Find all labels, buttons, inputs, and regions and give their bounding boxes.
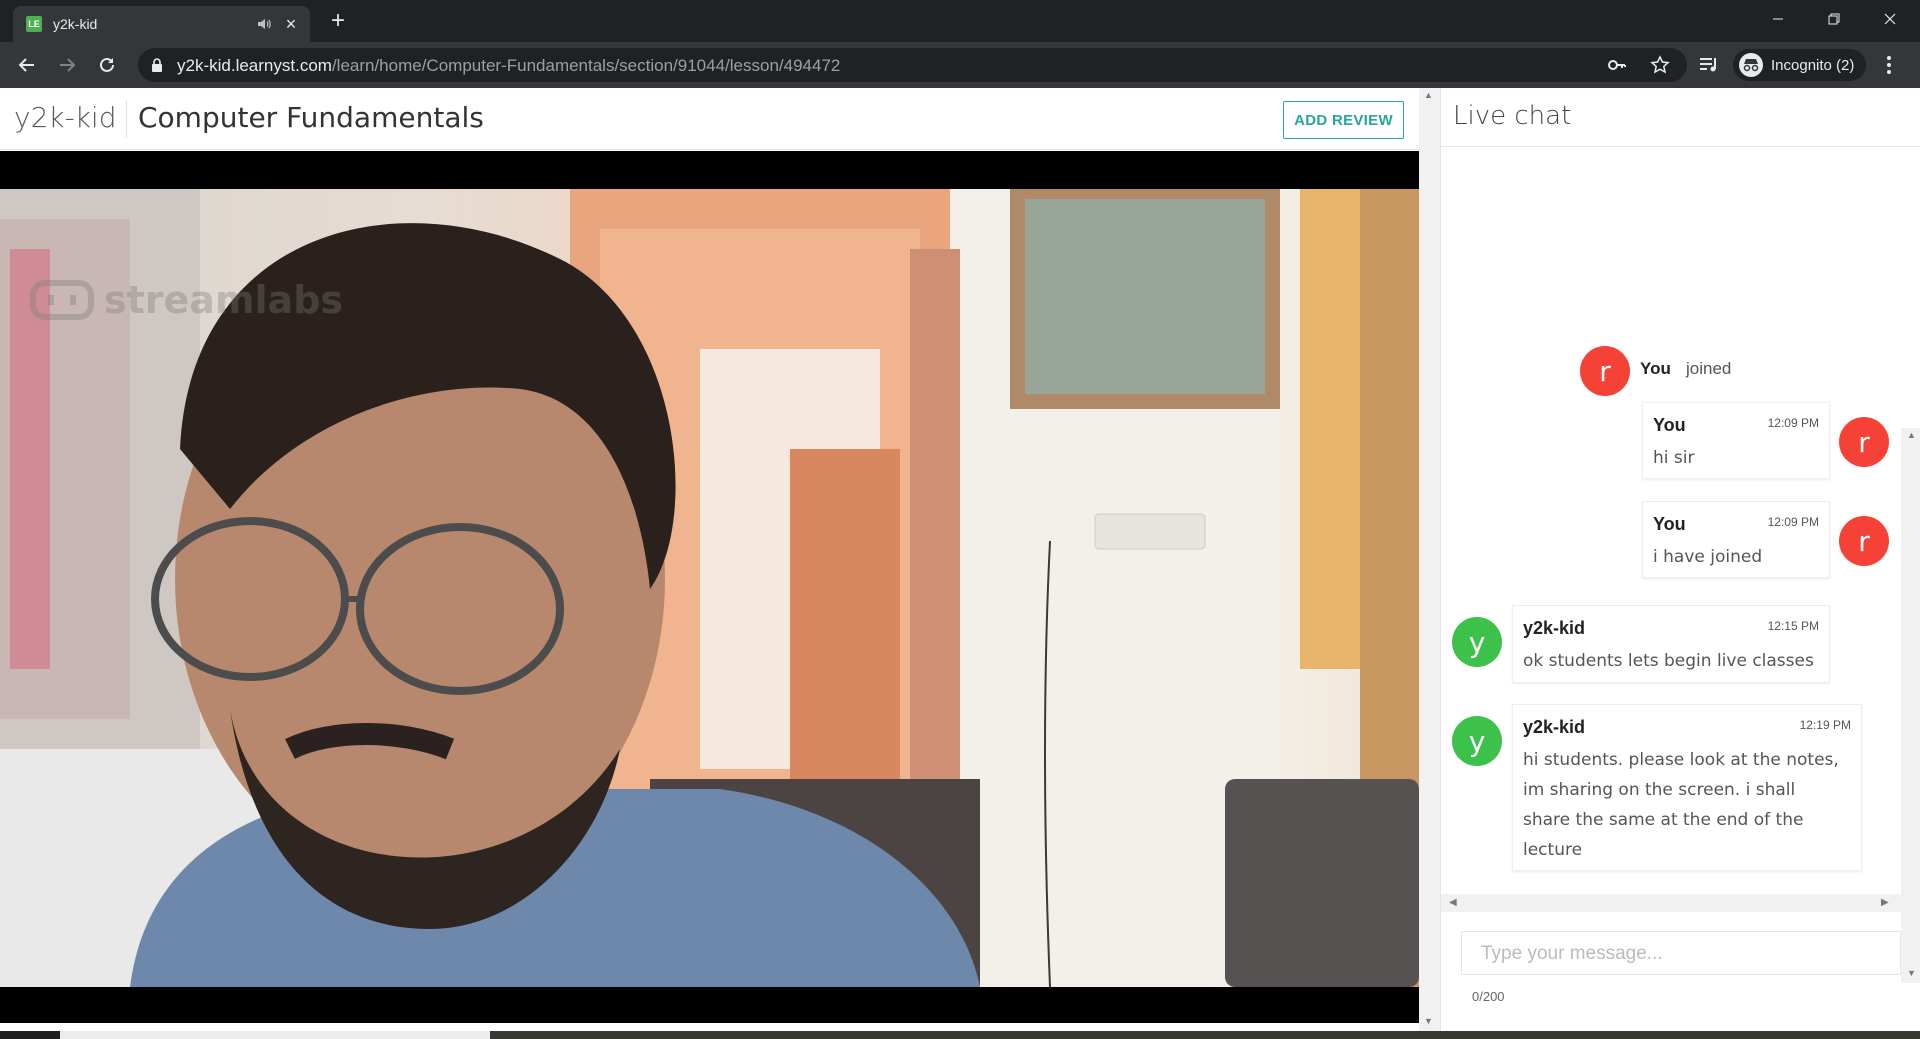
scroll-up-icon[interactable]: ▲: [1424, 90, 1433, 100]
scroll-left-icon[interactable]: ◀: [1449, 897, 1457, 908]
message-author: y2k-kid: [1523, 618, 1586, 638]
course-title: Computer Fundamentals: [138, 101, 484, 134]
new-tab-button[interactable]: +: [324, 8, 352, 36]
speaker-icon[interactable]: [256, 16, 272, 32]
chat-vertical-scrollbar[interactable]: ▲ ▼: [1901, 428, 1920, 983]
message-time: 12:09 PM: [1767, 416, 1819, 430]
reload-icon: [100, 57, 114, 72]
page-scrollbar[interactable]: ▲ ▼: [1419, 88, 1440, 1031]
incognito-profile-button[interactable]: Incognito (2): [1733, 49, 1867, 81]
incognito-label: Incognito (2): [1771, 56, 1855, 74]
message-line: hi students. please look at the notes,: [1523, 750, 1839, 770]
streamlabs-logo-icon: [30, 280, 94, 320]
message-author: y2k-kid: [1523, 717, 1586, 737]
site-favicon-icon: LE: [26, 16, 42, 32]
lock-icon[interactable]: [150, 57, 164, 73]
reload-button[interactable]: [91, 49, 123, 81]
back-button[interactable]: [11, 49, 43, 81]
join-user-name: You: [1640, 359, 1671, 378]
back-icon: [18, 58, 34, 72]
forward-icon: [60, 58, 76, 72]
message-line: lecture: [1523, 840, 1583, 860]
close-window-button[interactable]: [1862, 0, 1918, 38]
minimize-window-button[interactable]: [1750, 0, 1806, 38]
streamlabs-watermark: streamlabs: [30, 277, 343, 323]
address-bar[interactable]: y2k-kid.learnyst.com/learn/home/Computer…: [138, 48, 1687, 82]
url-path: /learn/home/Computer-Fundamentals/sectio…: [331, 56, 841, 75]
chat-message: y2k-kid 12:15 PM ok students lets begin …: [1512, 605, 1830, 683]
message-text: hi students. please look at the notes, i…: [1523, 745, 1839, 865]
chat-message: You 12:09 PM i have joined: [1642, 501, 1830, 578]
tab-title: y2k-kid: [53, 16, 98, 32]
avatar: r: [1839, 417, 1889, 467]
message-time: 12:15 PM: [1767, 619, 1819, 633]
lesson-header: y2k-kid Computer Fundamentals ADD REVIEW: [0, 88, 1419, 150]
school-brand-link[interactable]: y2k-kid: [14, 101, 116, 134]
scroll-down-icon[interactable]: ▼: [1424, 1016, 1433, 1026]
chat-message-input[interactable]: Type your message...: [1461, 931, 1901, 975]
video-frame: streamlabs: [0, 189, 1419, 987]
message-author: You: [1653, 514, 1686, 534]
os-taskbar: [0, 1031, 1920, 1039]
browser-toolbar: y2k-kid.learnyst.com/learn/home/Computer…: [0, 42, 1920, 88]
star-icon[interactable]: [1650, 55, 1670, 75]
avatar: r: [1580, 346, 1630, 396]
scroll-right-icon[interactable]: ▶: [1881, 897, 1889, 908]
scroll-down-icon[interactable]: ▼: [1907, 968, 1916, 978]
streamlabs-watermark-text: streamlabs: [104, 278, 344, 322]
message-line: share the same at the end of the: [1523, 810, 1804, 830]
join-text: joined: [1686, 359, 1732, 378]
url-text[interactable]: y2k-kid.learnyst.com/learn/home/Computer…: [177, 56, 840, 76]
message-text: i have joined: [1653, 547, 1763, 567]
avatar: y: [1452, 716, 1502, 766]
menu-icon[interactable]: [1886, 55, 1892, 75]
avatar: y: [1452, 617, 1502, 667]
add-review-button[interactable]: ADD REVIEW: [1283, 101, 1404, 139]
taskbar-search-box[interactable]: [60, 1031, 490, 1039]
key-icon[interactable]: [1607, 55, 1627, 75]
live-video-player[interactable]: streamlabs: [0, 151, 1419, 1023]
message-text: ok students lets begin live classes: [1523, 651, 1814, 671]
restore-window-button[interactable]: [1806, 0, 1862, 38]
header-divider: [126, 100, 127, 138]
message-time: 12:19 PM: [1799, 718, 1851, 732]
url-host: y2k-kid.learnyst.com: [177, 56, 332, 75]
chat-message: y2k-kid 12:19 PM hi students. please loo…: [1512, 704, 1862, 871]
avatar: r: [1839, 516, 1889, 566]
character-counter: 0/200: [1472, 989, 1505, 1004]
message-text: hi sir: [1653, 448, 1695, 468]
chat-message: You 12:09 PM hi sir: [1642, 402, 1830, 479]
chat-messages[interactable]: r You joined You 12:09 PM hi sir r You 1…: [1441, 147, 1901, 897]
lesson-page: y2k-kid Computer Fundamentals ADD REVIEW: [0, 88, 1920, 1031]
browser-tab-strip: LE y2k-kid × +: [0, 0, 1920, 42]
message-author: You: [1653, 415, 1686, 435]
media-queue-icon[interactable]: [1699, 56, 1719, 74]
taskbar-apps: [490, 1031, 1920, 1039]
browser-tab[interactable]: LE y2k-kid ×: [13, 6, 310, 42]
close-tab-icon[interactable]: ×: [282, 15, 300, 33]
chat-horizontal-scrollbar[interactable]: ◀ ▶: [1441, 894, 1901, 912]
scroll-up-icon[interactable]: ▲: [1907, 430, 1916, 440]
live-chat-title: Live chat: [1453, 101, 1572, 131]
live-chat-panel: Live chat r You joined You 12:09 PM hi s…: [1440, 88, 1920, 1031]
message-line: im sharing on the screen. i shall: [1523, 780, 1796, 800]
forward-button[interactable]: [51, 49, 83, 81]
incognito-icon: [1739, 53, 1763, 77]
message-time: 12:09 PM: [1767, 515, 1819, 529]
